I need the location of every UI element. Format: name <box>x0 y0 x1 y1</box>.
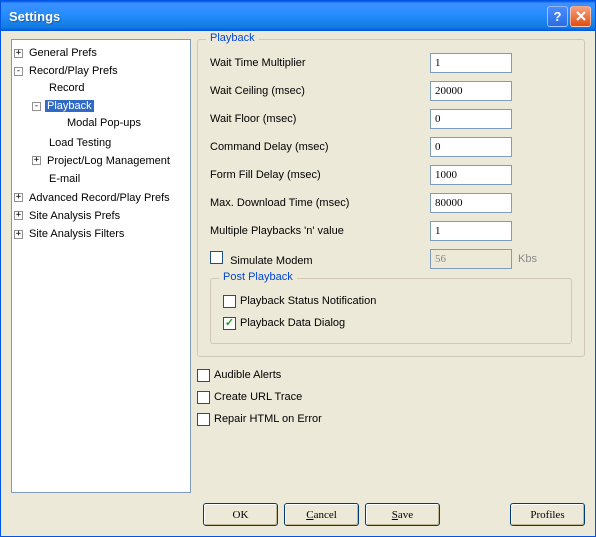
save-button[interactable]: Save <box>365 503 440 526</box>
tree-item-recordplay[interactable]: Record/Play Prefs <box>27 65 120 77</box>
wait-floor-label: Wait Floor (msec) <box>210 113 430 125</box>
tree-item-modal[interactable]: Modal Pop-ups <box>65 117 143 129</box>
expand-icon[interactable]: + <box>14 193 23 202</box>
tree-panel: +General Prefs -Record/Play Prefs Record… <box>11 39 191 493</box>
tree-item-sitefilters[interactable]: Site Analysis Filters <box>27 228 126 240</box>
sim-modem-unit: Kbs <box>518 253 537 265</box>
data-dialog-checkbox[interactable] <box>223 317 236 330</box>
tree-item-general[interactable]: General Prefs <box>27 47 99 59</box>
multi-play-input[interactable] <box>430 221 512 241</box>
expand-icon[interactable]: + <box>14 230 23 239</box>
max-dl-input[interactable] <box>430 193 512 213</box>
collapse-icon[interactable]: - <box>32 102 41 111</box>
settings-window: Settings ? +General Prefs -Record/Play P… <box>0 0 596 537</box>
url-trace-checkbox[interactable] <box>197 391 210 404</box>
wait-mult-input[interactable] <box>430 53 512 73</box>
playback-group-title: Playback <box>206 32 259 44</box>
post-playback-group: Post Playback Playback Status Notificati… <box>210 278 572 344</box>
sim-modem-input <box>430 249 512 269</box>
form-panel: Playback Wait Time Multiplier Wait Ceili… <box>197 39 585 493</box>
audible-label: Audible Alerts <box>214 369 281 381</box>
titlebar: Settings ? <box>1 1 595 31</box>
form-fill-label: Form Fill Delay (msec) <box>210 169 430 181</box>
wait-mult-label: Wait Time Multiplier <box>210 57 430 69</box>
tree-item-loadtest[interactable]: Load Testing <box>47 137 113 149</box>
tree-item-email[interactable]: E-mail <box>47 173 82 185</box>
wait-ceil-input[interactable] <box>430 81 512 101</box>
close-button[interactable] <box>570 6 591 27</box>
help-button[interactable]: ? <box>547 6 568 27</box>
tree-item-advanced[interactable]: Advanced Record/Play Prefs <box>27 192 172 204</box>
max-dl-label: Max. Download Time (msec) <box>210 197 430 209</box>
playback-group: Playback Wait Time Multiplier Wait Ceili… <box>197 39 585 357</box>
expand-icon[interactable]: + <box>32 156 41 165</box>
cmd-delay-input[interactable] <box>430 137 512 157</box>
cancel-button[interactable]: Cancel <box>284 503 359 526</box>
status-notif-checkbox[interactable] <box>223 295 236 308</box>
repair-checkbox[interactable] <box>197 413 210 426</box>
status-notif-label: Playback Status Notification <box>240 295 376 307</box>
button-bar: OK Cancel Save Profiles <box>1 499 595 536</box>
expand-icon[interactable]: + <box>14 211 23 220</box>
window-title: Settings <box>9 9 547 24</box>
collapse-icon[interactable]: - <box>14 67 23 76</box>
tree-item-projlog[interactable]: Project/Log Management <box>45 155 172 167</box>
ok-button[interactable]: OK <box>203 503 278 526</box>
tree-item-siteprefs[interactable]: Site Analysis Prefs <box>27 210 122 222</box>
sim-modem-checkbox[interactable] <box>210 251 223 264</box>
repair-label: Repair HTML on Error <box>214 413 322 425</box>
wait-ceil-label: Wait Ceiling (msec) <box>210 85 430 97</box>
wait-floor-input[interactable] <box>430 109 512 129</box>
profiles-button[interactable]: Profiles <box>510 503 585 526</box>
multi-play-label: Multiple Playbacks 'n' value <box>210 225 430 237</box>
tree-item-record[interactable]: Record <box>47 82 86 94</box>
sim-modem-label: Simulate Modem <box>230 255 313 267</box>
audible-checkbox[interactable] <box>197 369 210 382</box>
close-icon <box>576 11 586 21</box>
post-playback-title: Post Playback <box>219 271 297 283</box>
expand-icon[interactable]: + <box>14 49 23 58</box>
form-fill-input[interactable] <box>430 165 512 185</box>
url-trace-label: Create URL Trace <box>214 391 302 403</box>
tree-item-playback[interactable]: Playback <box>45 100 94 112</box>
data-dialog-label: Playback Data Dialog <box>240 317 345 329</box>
cmd-delay-label: Command Delay (msec) <box>210 141 430 153</box>
